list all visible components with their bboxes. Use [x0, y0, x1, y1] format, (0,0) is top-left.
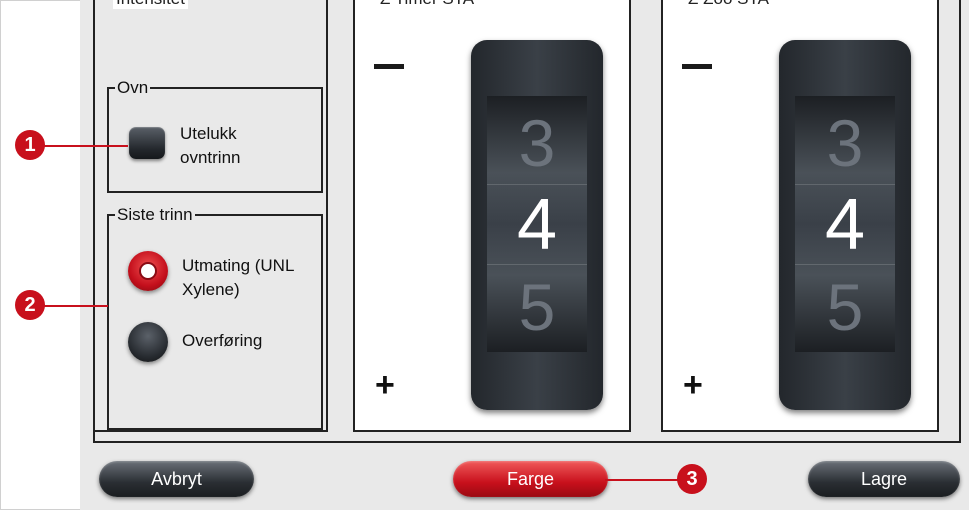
radio-overforing[interactable]: [128, 322, 168, 362]
zoo-current-value: 4: [824, 185, 866, 265]
last-step-group: Siste trinn: [107, 205, 323, 430]
timer-minus-button[interactable]: [374, 64, 404, 69]
timer-plus-button[interactable]: +: [375, 368, 395, 402]
callout-2-line: [44, 305, 108, 307]
zoo-prev-value: 3: [826, 106, 864, 180]
column-title-zoo: Z Zoo STA: [685, 0, 772, 9]
timer-next-value: 5: [518, 270, 556, 344]
color-button[interactable]: Farge: [453, 461, 608, 497]
zoo-minus-button[interactable]: [682, 64, 712, 69]
timer-prev-value: 3: [518, 106, 556, 180]
radio-utmating[interactable]: [128, 251, 168, 291]
last-step-legend: Siste trinn: [117, 205, 193, 224]
zoo-drum-spinner[interactable]: 3 4 5: [779, 40, 911, 410]
callout-1-line: [44, 145, 128, 147]
timer-drum-window: 3 4 5: [487, 96, 587, 352]
callout-2: 2: [15, 290, 45, 320]
column-title-intensity: Intensitet: [113, 0, 188, 9]
timer-drum-spinner[interactable]: 3 4 5: [471, 40, 603, 410]
timer-current-value: 4: [516, 185, 558, 265]
cancel-button[interactable]: Avbryt: [99, 461, 254, 497]
save-button[interactable]: Lagre: [808, 461, 960, 497]
zoo-drum-window: 3 4 5: [795, 96, 895, 352]
oven-group-legend: Ovn: [117, 78, 149, 97]
exclude-oven-label: Utelukk ovntrinn: [180, 124, 241, 167]
callout-3-line: [605, 479, 678, 481]
zoo-plus-button[interactable]: +: [683, 368, 703, 402]
zoo-next-value: 5: [826, 270, 864, 344]
radio-utmating-label: Utmating (UNL Xylene): [182, 256, 294, 299]
exclude-oven-checkbox[interactable]: [129, 127, 165, 159]
callout-3: 3: [677, 464, 707, 494]
callout-1: 1: [15, 130, 45, 160]
radio-overforing-label: Overføring: [182, 331, 263, 350]
column-title-timer: Z Timer STA: [377, 0, 478, 9]
